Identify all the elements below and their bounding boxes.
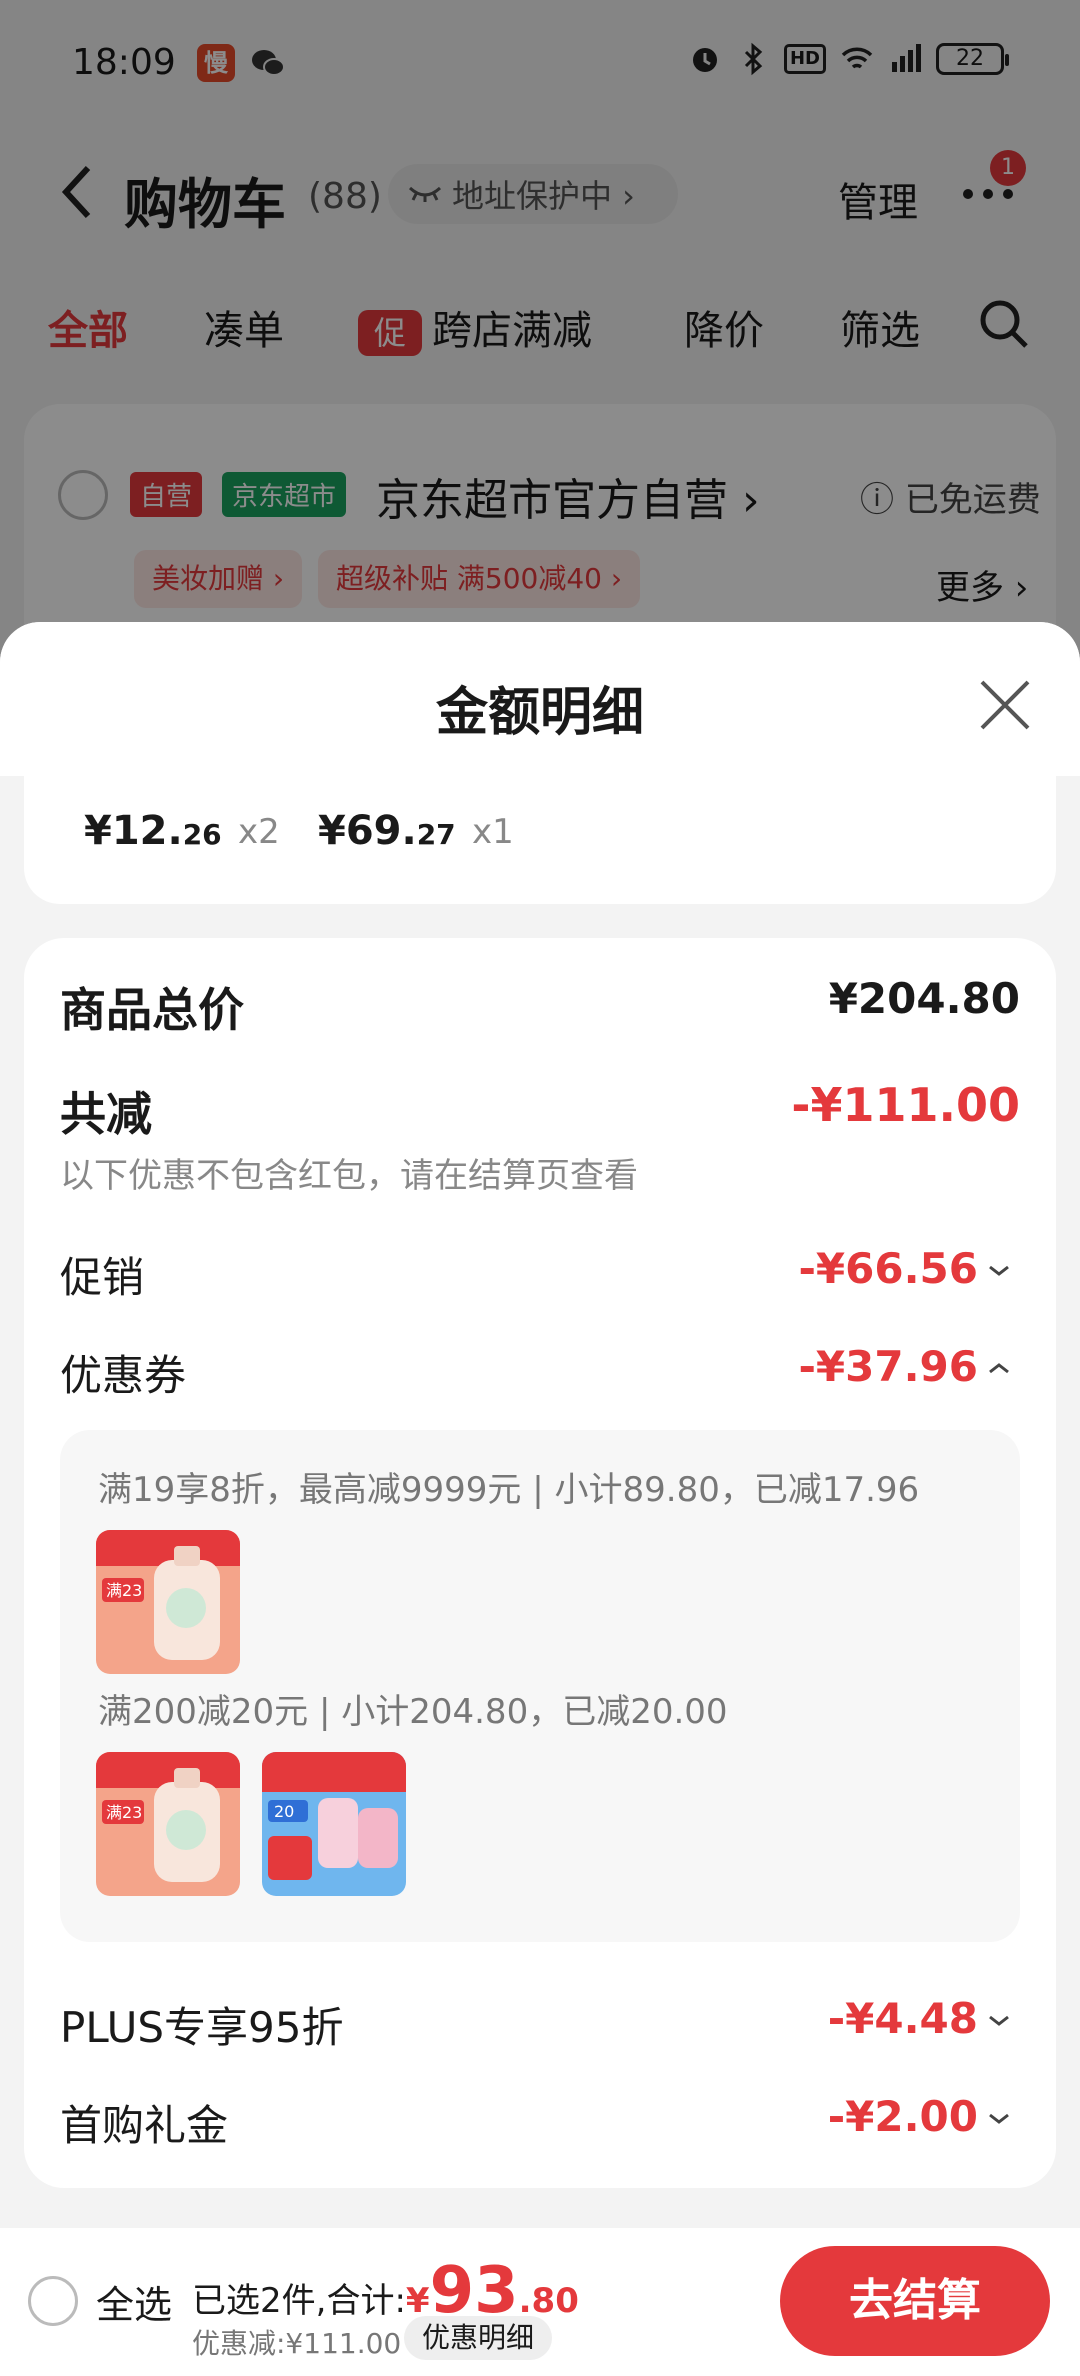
total-price-value: ¥204.80 bbox=[828, 974, 1020, 1023]
sheet-header: 金额明细 bbox=[0, 622, 1080, 776]
product-thumbnail[interactable]: 20 bbox=[262, 1752, 406, 1896]
promotion-label: 促销 bbox=[60, 1253, 145, 1302]
amount-detail-sheet: 金额明细 ¥12.26 x2 ¥69.27 x1 商品总价 ¥204.80 共减… bbox=[0, 622, 1080, 2228]
unit-price-2-dec: 27 bbox=[416, 818, 456, 851]
unit-price-1-int: ¥12. bbox=[84, 808, 183, 854]
coupon-rule-2: 满200减20元 | 小计204.80，已减20.00 bbox=[98, 1692, 728, 1732]
unit-price-1: ¥12.26 bbox=[84, 808, 222, 854]
unit-price-2: ¥69.27 bbox=[318, 808, 456, 854]
unit-qty-2: x1 bbox=[472, 812, 514, 852]
product-thumbnail[interactable]: 满23 bbox=[96, 1530, 240, 1674]
chevron-down-icon[interactable] bbox=[984, 1260, 1014, 1280]
discount-detail-button[interactable]: 优惠明细 bbox=[404, 2316, 553, 2360]
checkout-button[interactable]: 去结算 bbox=[780, 2246, 1050, 2356]
first-purchase-value[interactable]: -¥2.00 bbox=[828, 2092, 978, 2141]
chevron-down-icon[interactable] bbox=[984, 2108, 1014, 2128]
amount-detail-card: 商品总价 ¥204.80 共减 -¥111.00 以下优惠不包含红包，请在结算页… bbox=[24, 938, 1056, 2188]
total-discount-value: -¥111.00 bbox=[791, 1078, 1020, 1132]
laundry-bottle-image: 满23 bbox=[96, 1752, 240, 1896]
coupon-value[interactable]: -¥37.96 bbox=[798, 1342, 978, 1391]
unit-price-1-dec: 26 bbox=[182, 818, 222, 851]
coupon-rule-1: 满19享8折，最高减9999元 | 小计89.80，已减17.96 bbox=[98, 1470, 920, 1510]
chevron-down-icon[interactable] bbox=[984, 2010, 1014, 2030]
total-amount-dec: .80 bbox=[518, 2281, 579, 2321]
product-thumbnail[interactable]: 满23 bbox=[96, 1752, 240, 1896]
select-all-label[interactable]: 全选 bbox=[96, 2274, 172, 2329]
coupon-breakdown: 满19享8折，最高减9999元 | 小计89.80，已减17.96 满23 满2… bbox=[60, 1430, 1020, 1942]
close-icon[interactable] bbox=[978, 678, 1032, 732]
unit-price-strip: ¥12.26 x2 ¥69.27 x1 bbox=[24, 776, 1056, 904]
currency-symbol: ¥ bbox=[405, 2281, 430, 2321]
selected-count: 已选2件,合计: bbox=[192, 2281, 406, 2321]
discount-note: 以下优惠不包含红包，请在结算页查看 bbox=[60, 1156, 638, 1196]
unit-qty-1: x2 bbox=[238, 812, 280, 852]
sheet-title: 金额明细 bbox=[435, 683, 644, 743]
plus-discount-label: PLUS专享95折 bbox=[60, 2003, 344, 2052]
coupon-label: 优惠券 bbox=[60, 1351, 187, 1400]
total-discount-label: 共减 bbox=[60, 1087, 152, 1141]
total-price-label: 商品总价 bbox=[60, 983, 244, 1037]
select-all-radio[interactable] bbox=[28, 2276, 78, 2326]
first-purchase-label: 首购礼金 bbox=[60, 2101, 229, 2150]
detergent-pack-image: 20 bbox=[262, 1752, 406, 1896]
thumb-badge-3: 20 bbox=[274, 1802, 294, 1821]
saved-amount: 优惠减:¥111.00 bbox=[192, 2327, 402, 2360]
checkout-bar: 全选 已选2件,合计:¥93.80 优惠减:¥111.00 优惠明细 去结算 bbox=[0, 2228, 1080, 2376]
plus-discount-value[interactable]: -¥4.48 bbox=[828, 1994, 978, 2043]
chevron-up-icon[interactable] bbox=[984, 1358, 1014, 1378]
laundry-bottle-image: 满23 bbox=[96, 1530, 240, 1674]
thumb-badge-2: 满23 bbox=[106, 1803, 142, 1822]
thumb-badge-1: 满23 bbox=[106, 1581, 142, 1600]
unit-price-2-int: ¥69. bbox=[318, 808, 417, 854]
promotion-value[interactable]: -¥66.56 bbox=[798, 1244, 978, 1293]
